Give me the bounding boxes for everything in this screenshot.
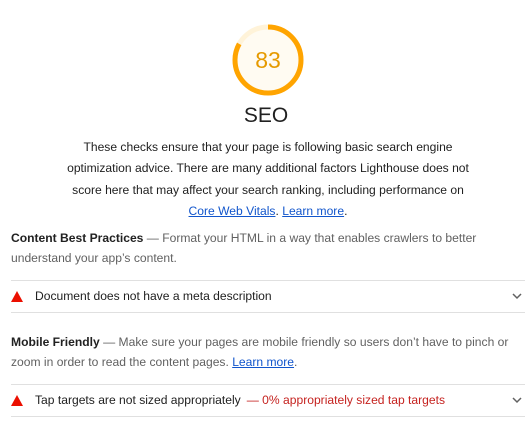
warning-triangle-icon [11, 395, 23, 406]
warning-triangle-icon [11, 291, 23, 302]
audit-title: Document does not have a meta descriptio… [35, 289, 272, 303]
audit-tap-targets[interactable]: Tap targets are not sized appropriately —… [11, 384, 525, 417]
audit-title: Tap targets are not sized appropriately —… [35, 393, 445, 407]
period: . [294, 355, 298, 369]
core-web-vitals-link[interactable]: Core Web Vitals [189, 204, 276, 218]
category-title: SEO [243, 104, 289, 127]
audit-meta-description[interactable]: Document does not have a meta descriptio… [11, 280, 525, 313]
group-title: Content Best Practices [11, 231, 144, 245]
learn-more-link[interactable]: Learn more [232, 355, 294, 369]
learn-more-link[interactable]: Learn more [282, 204, 344, 218]
score-gauge: 83 [230, 22, 306, 98]
chevron-down-icon[interactable] [511, 290, 523, 302]
audit-title-text: Tap targets are not sized appropriately [35, 393, 241, 407]
audit-display-value: — 0% appropriately sized tap targets [246, 393, 446, 407]
chevron-down-icon[interactable] [511, 394, 523, 406]
group-title: Mobile Friendly [11, 335, 100, 349]
category-description: These checks ensure that your page is fo… [58, 137, 478, 222]
audit-title-text: Document does not have a meta descriptio… [35, 289, 272, 303]
separator: . [275, 203, 279, 218]
group-mobile-friendly: Mobile Friendly — Make sure your pages a… [11, 332, 511, 372]
period: . [344, 203, 348, 218]
score-value: 83 [255, 47, 281, 73]
group-content-best-practices: Content Best Practices — Format your HTM… [11, 228, 511, 268]
category-description-text: These checks ensure that your page is fo… [67, 140, 469, 197]
